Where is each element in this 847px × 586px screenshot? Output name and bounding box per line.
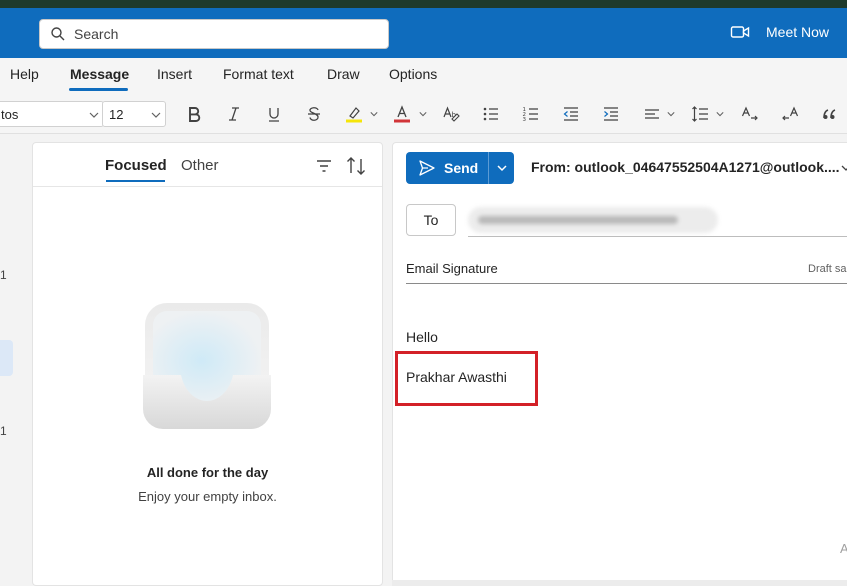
increase-indent-button[interactable] bbox=[601, 104, 621, 124]
window-top-strip bbox=[0, 0, 847, 8]
tab-insert[interactable]: Insert bbox=[157, 66, 192, 82]
tab-options[interactable]: Options bbox=[389, 66, 437, 82]
subject-field[interactable]: Email Signature bbox=[406, 261, 498, 276]
message-list-pane: Focused Other All done for the day Enjoy… bbox=[32, 142, 383, 586]
meet-now-button[interactable]: Meet Now bbox=[730, 22, 829, 42]
selected-folder-indicator[interactable] bbox=[0, 340, 13, 376]
align-left-icon bbox=[645, 109, 659, 119]
highlighter-icon bbox=[346, 107, 362, 123]
search-placeholder: Search bbox=[74, 26, 119, 42]
tab-other[interactable]: Other bbox=[181, 157, 219, 174]
chevron-down-icon bbox=[89, 112, 99, 118]
chevron-down-icon[interactable] bbox=[667, 110, 675, 118]
underline-button[interactable] bbox=[264, 104, 284, 124]
tab-format-text[interactable]: Format text bbox=[223, 66, 294, 82]
compose-pane: Send From: outlook_04647552504A1271@outl… bbox=[392, 142, 847, 586]
font-color-icon bbox=[394, 105, 410, 123]
bottom-scroll-strip bbox=[392, 580, 847, 586]
video-camera-icon bbox=[730, 26, 750, 38]
font-name-value: tos bbox=[1, 106, 19, 122]
text-direction-rtl-icon bbox=[782, 106, 799, 121]
meet-now-label: Meet Now bbox=[766, 24, 830, 40]
recipient-chip-blurred[interactable] bbox=[468, 207, 718, 233]
from-account-selector[interactable]: From: outlook_04647552504A1271@outlook..… bbox=[531, 159, 840, 175]
styles-button[interactable]: b bbox=[441, 104, 461, 124]
rtl-direction-button[interactable] bbox=[780, 104, 800, 124]
empty-inbox-illustration bbox=[143, 303, 271, 429]
sort-icon[interactable] bbox=[345, 155, 367, 177]
send-options-button[interactable] bbox=[489, 152, 514, 184]
font-name-dropdown[interactable]: tos bbox=[0, 101, 104, 127]
tab-help[interactable]: Help bbox=[10, 66, 39, 82]
ltr-direction-button[interactable] bbox=[740, 104, 760, 124]
styles-icon: b bbox=[443, 106, 460, 122]
strikethrough-button[interactable] bbox=[304, 104, 324, 124]
font-size-value: 12 bbox=[109, 106, 124, 122]
underline-icon bbox=[269, 108, 279, 122]
left-navigation-rail: 1 1 bbox=[0, 134, 32, 586]
app-header: Search Meet Now bbox=[0, 8, 847, 58]
numbered-list-icon: 123 bbox=[523, 107, 538, 123]
ribbon-tabs: Help Message Insert Format text Draw Opt… bbox=[0, 58, 847, 94]
bold-button[interactable] bbox=[184, 104, 204, 124]
bulleted-list-icon bbox=[483, 107, 498, 121]
search-box[interactable]: Search bbox=[39, 19, 389, 49]
chevron-down-icon[interactable] bbox=[716, 110, 724, 118]
line-spacing-button[interactable] bbox=[690, 104, 710, 124]
subject-underline bbox=[406, 283, 847, 284]
svg-text:3: 3 bbox=[523, 117, 527, 123]
chevron-down-icon[interactable] bbox=[419, 110, 427, 118]
chevron-down-icon[interactable] bbox=[370, 110, 378, 118]
to-field-underline bbox=[468, 236, 847, 237]
italic-icon bbox=[229, 107, 239, 121]
recipient-redacted-text bbox=[478, 216, 678, 224]
numbering-button[interactable]: 123 bbox=[521, 104, 541, 124]
folder-count: 1 bbox=[0, 268, 7, 282]
svg-text:b: b bbox=[452, 111, 457, 119]
tab-focused[interactable]: Focused bbox=[105, 157, 167, 174]
strikethrough-icon bbox=[308, 107, 320, 121]
bold-icon bbox=[189, 107, 201, 122]
font-color-button[interactable] bbox=[392, 104, 412, 124]
decrease-indent-button[interactable] bbox=[561, 104, 581, 124]
decrease-indent-icon bbox=[563, 107, 578, 121]
tab-message[interactable]: Message bbox=[70, 66, 129, 82]
text-direction-ltr-icon bbox=[741, 106, 758, 121]
increase-indent-icon bbox=[604, 107, 618, 121]
align-button[interactable] bbox=[642, 104, 662, 124]
highlight-button[interactable] bbox=[344, 104, 364, 124]
line-spacing-icon bbox=[692, 106, 708, 122]
draft-status: Draft sa bbox=[808, 263, 847, 275]
tab-draw[interactable]: Draw bbox=[327, 66, 360, 82]
signature-highlight-box bbox=[395, 351, 538, 406]
filter-icon[interactable] bbox=[315, 157, 333, 175]
formatting-toolbar: tos 12 b 123 bbox=[0, 94, 847, 134]
send-button[interactable]: Send bbox=[406, 152, 489, 184]
chevron-down-icon[interactable] bbox=[841, 163, 847, 173]
active-tab-indicator bbox=[69, 88, 128, 91]
focused-tab-indicator bbox=[106, 180, 165, 182]
send-label: Send bbox=[444, 160, 479, 176]
list-divider bbox=[33, 186, 382, 187]
search-icon bbox=[51, 27, 65, 41]
to-button[interactable]: To bbox=[406, 204, 456, 236]
font-size-dropdown[interactable]: 12 bbox=[102, 101, 166, 127]
corner-glyph: A bbox=[840, 541, 847, 556]
send-button-group: Send bbox=[406, 152, 514, 184]
quote-icon bbox=[823, 109, 836, 119]
chevron-down-icon bbox=[151, 112, 161, 118]
folder-count: 1 bbox=[0, 424, 7, 438]
chevron-down-icon bbox=[496, 165, 507, 172]
send-icon bbox=[419, 160, 435, 176]
empty-state-subtitle: Enjoy your empty inbox. bbox=[138, 489, 277, 504]
body-greeting[interactable]: Hello bbox=[406, 329, 438, 345]
bullets-button[interactable] bbox=[481, 104, 501, 124]
empty-state-title: All done for the day bbox=[146, 465, 269, 480]
italic-button[interactable] bbox=[224, 104, 244, 124]
quote-button[interactable] bbox=[820, 104, 840, 124]
